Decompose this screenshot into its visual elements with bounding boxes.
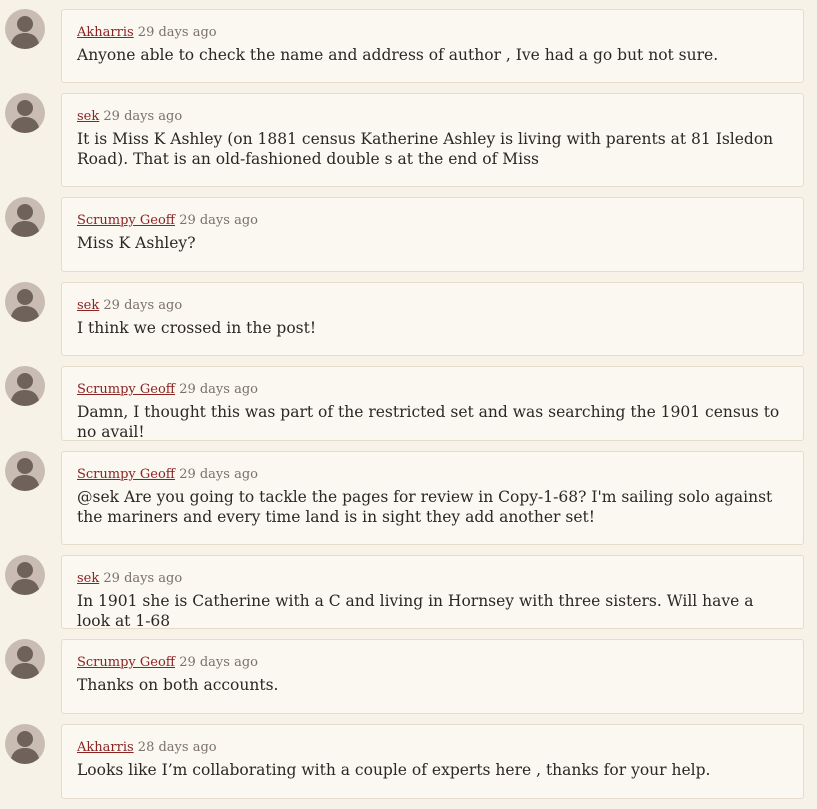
timestamp: 29 days ago [179,655,258,670]
author-link[interactable]: Akharris [77,25,134,40]
author-link[interactable]: Scrumpy Geoff [77,655,175,670]
timestamp: 29 days ago [103,109,183,124]
avatar-icon[interactable] [5,639,45,679]
timestamp: 29 days ago [103,571,183,586]
avatar-icon[interactable] [5,282,45,322]
comment-text: @sek Are you going to tackle the pages f… [77,488,773,526]
comment-card: Scrumpy Geoff 29 days ago Miss K Ashley? [61,197,804,272]
timestamp: 29 days ago [179,213,258,228]
avatar-icon[interactable] [5,366,45,406]
comment-text: In 1901 she is Catherine with a C and li… [77,592,754,630]
comment-meta: Akharris 28 days ago [77,739,788,757]
comment-meta: Scrumpy Geoff 29 days ago [77,212,788,230]
comment-card: Akharris 28 days ago Looks like I’m coll… [61,724,804,799]
comment-card: Scrumpy Geoff 29 days ago @sek Are you g… [61,451,804,545]
comment-meta: Scrumpy Geoff 29 days ago [77,654,788,672]
comment-text: Thanks on both accounts. [77,676,279,694]
comment-text: It is Miss K Ashley (on 1881 census Kath… [77,130,774,168]
comment-meta: sek 29 days ago [77,570,788,588]
timestamp: 29 days ago [179,382,258,397]
avatar-icon[interactable] [5,555,45,595]
comment-meta: sek 29 days ago [77,297,788,315]
avatar-icon[interactable] [5,724,45,764]
avatar-icon[interactable] [5,197,45,237]
timestamp: 28 days ago [137,740,217,755]
comment-text: Looks like I’m collaborating with a coup… [77,761,711,779]
comment-text: Miss K Ashley? [77,234,196,252]
timestamp: 29 days ago [179,467,258,482]
comment-card: Scrumpy Geoff 29 days ago Damn, I though… [61,366,804,441]
comment-meta: Scrumpy Geoff 29 days ago [77,381,788,399]
comment-card: sek 29 days ago It is Miss K Ashley (on … [61,93,804,187]
comment-card: Akharris 29 days ago Anyone able to chec… [61,9,804,83]
comment-text: Damn, I thought this was part of the res… [77,403,780,441]
comment-meta: Akharris 29 days ago [77,24,788,42]
comment-card: sek 29 days ago In 1901 she is Catherine… [61,555,804,630]
comment-card: Scrumpy Geoff 29 days ago Thanks on both… [61,639,804,714]
timestamp: 29 days ago [137,25,217,40]
author-link[interactable]: Scrumpy Geoff [77,467,175,482]
comment-text: Anyone able to check the name and addres… [77,46,719,64]
avatar-icon[interactable] [5,93,45,133]
author-link[interactable]: sek [77,109,99,124]
comment-meta: sek 29 days ago [77,108,788,126]
comment-meta: Scrumpy Geoff 29 days ago [77,466,788,484]
timestamp: 29 days ago [103,298,183,313]
author-link[interactable]: Scrumpy Geoff [77,213,175,228]
comment-thread: Akharris 29 days ago Anyone able to chec… [0,0,817,809]
comment-card: sek 29 days ago I think we crossed in th… [61,282,804,356]
author-link[interactable]: Akharris [77,740,134,755]
avatar-icon[interactable] [5,9,45,49]
author-link[interactable]: sek [77,571,99,586]
avatar-icon[interactable] [5,451,45,491]
author-link[interactable]: sek [77,298,99,313]
comment-text: I think we crossed in the post! [77,319,317,337]
author-link[interactable]: Scrumpy Geoff [77,382,175,397]
